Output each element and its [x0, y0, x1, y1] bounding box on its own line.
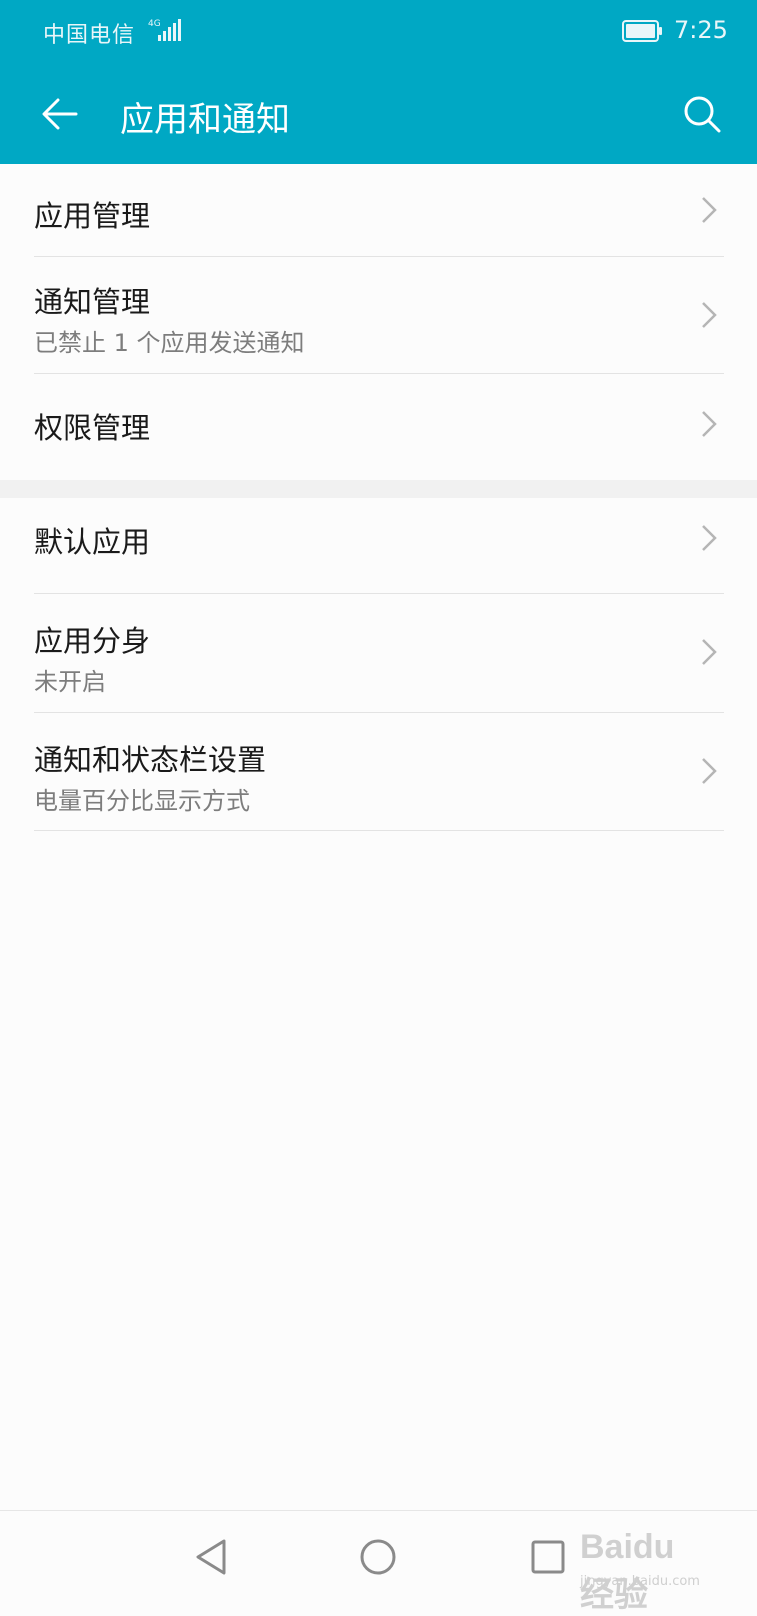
nav-home-button[interactable] [356, 1535, 400, 1579]
item-title: 通知管理 [34, 285, 151, 319]
network-type-label: 4G [148, 19, 161, 29]
nav-recents-button[interactable] [526, 1535, 570, 1579]
list-item-app-twin[interactable]: 应用分身 未开启 [0, 594, 757, 713]
clock: 7:25 [674, 16, 728, 44]
header: 应用和通知 [0, 64, 757, 164]
list-item-permission-management[interactable]: 权限管理 [0, 374, 757, 480]
back-arrow-icon [42, 98, 78, 130]
chevron-right-icon [702, 525, 717, 551]
square-recents-icon [531, 1540, 565, 1574]
settings-group-2: 默认应用 应用分身 未开启 通知和状态栏设置 电量百分比显示方式 [0, 498, 757, 834]
watermark-url: jingyan.baidu.com [580, 1574, 700, 1589]
list-item-notification-status-bar-settings[interactable]: 通知和状态栏设置 电量百分比显示方式 [0, 713, 757, 831]
battery-icon [622, 20, 662, 42]
list-item-app-management[interactable]: 应用管理 [0, 164, 757, 257]
item-title: 通知和状态栏设置 [34, 743, 267, 777]
item-title: 应用分身 [34, 624, 151, 658]
group-separator [0, 480, 757, 498]
list-item-default-apps[interactable]: 默认应用 [0, 498, 757, 594]
item-title: 权限管理 [34, 411, 151, 445]
status-bar: 中国电信 4G 7:25 [0, 0, 757, 64]
triangle-back-icon [196, 1539, 226, 1575]
signal-icon: 4G [148, 19, 181, 41]
item-subtitle: 已禁止 1 个应用发送通知 [34, 329, 305, 357]
divider [34, 830, 724, 831]
chevron-right-icon [702, 639, 717, 665]
list-item-notification-management[interactable]: 通知管理 已禁止 1 个应用发送通知 [0, 257, 757, 374]
watermark-text: Baidu经验 [580, 1528, 675, 1614]
chevron-right-icon [702, 197, 717, 223]
search-button[interactable] [672, 84, 732, 144]
chevron-right-icon [702, 302, 717, 328]
chevron-right-icon [702, 758, 717, 784]
item-title: 应用管理 [34, 199, 151, 233]
item-subtitle: 电量百分比显示方式 [34, 787, 250, 815]
search-icon [684, 96, 721, 133]
back-button[interactable] [30, 84, 90, 144]
item-subtitle: 未开启 [34, 668, 106, 696]
item-title: 默认应用 [34, 525, 151, 559]
settings-group-1: 应用管理 通知管理 已禁止 1 个应用发送通知 权限管理 [0, 164, 757, 480]
chevron-right-icon [702, 411, 717, 437]
carrier-label: 中国电信 [43, 23, 136, 48]
circle-home-icon [360, 1539, 396, 1575]
app-bar: 中国电信 4G 7:25 应用和通知 [0, 0, 757, 164]
nav-back-button[interactable] [188, 1535, 232, 1579]
page-title: 应用和通知 [120, 100, 290, 140]
